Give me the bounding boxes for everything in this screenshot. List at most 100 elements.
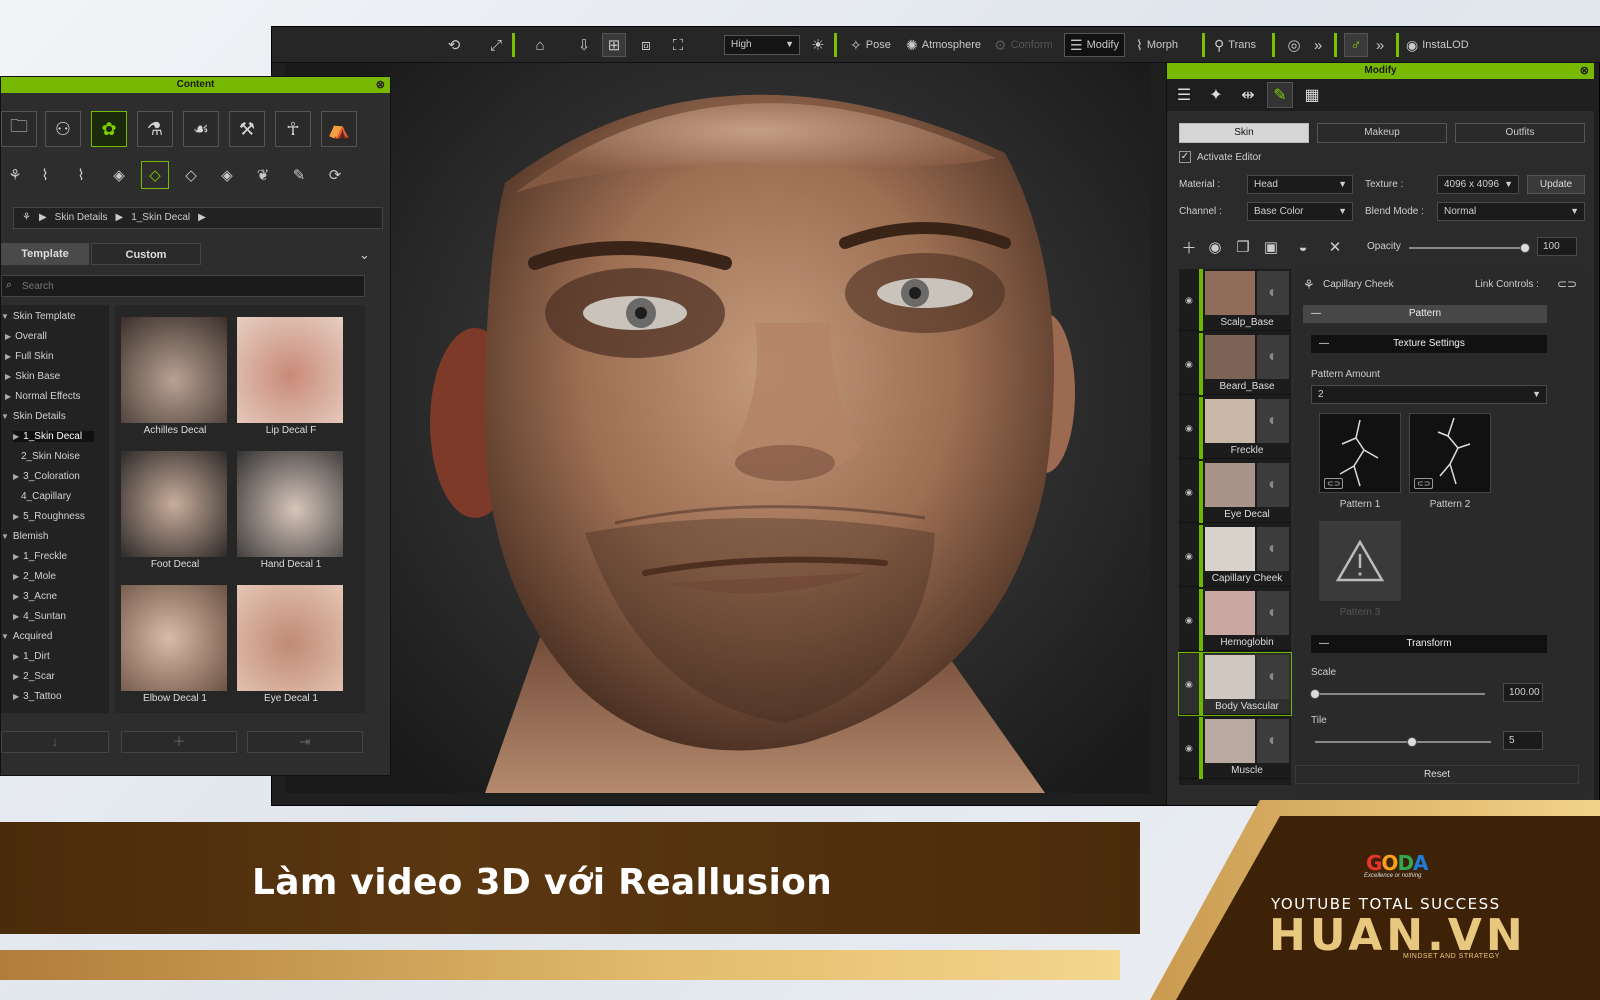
tab-makeup[interactable]: Makeup — [1317, 123, 1447, 143]
content-grid-item[interactable]: Elbow Decal 1 — [121, 585, 229, 704]
tree-item[interactable]: ▶ 1_Freckle — [13, 551, 67, 562]
sub-category-icon[interactable]: ⌇ — [67, 161, 95, 189]
layer-item[interactable]: ◉ ◐ Capillary Cheek — [1179, 525, 1291, 587]
scene-category-icon[interactable]: ⛺ — [321, 111, 357, 147]
texture-settings-header[interactable]: — Texture Settings — [1311, 335, 1547, 353]
pattern-1-thumbnail[interactable]: ⊂⊃ — [1319, 413, 1401, 493]
layer-item[interactable]: ◉ ◐ Hemoglobin — [1179, 589, 1291, 651]
update-button[interactable]: Update — [1527, 175, 1585, 194]
sub-category-icon[interactable]: ◈ — [105, 161, 133, 189]
tree-toggle-icon[interactable]: ▶ — [13, 592, 19, 601]
makeup-category-icon[interactable]: ⚗ — [137, 111, 173, 147]
reset-button[interactable]: Reset — [1295, 765, 1579, 784]
tree-item[interactable]: ▶ 1_Dirt — [13, 651, 50, 662]
content-grid-item[interactable]: Lip Decal F — [237, 317, 345, 436]
tree-item[interactable]: 4_Capillary — [21, 491, 71, 502]
apply-icon[interactable]: ⇥ — [247, 731, 363, 753]
clothes-category-icon[interactable]: ⚒ — [229, 111, 265, 147]
content-grid-item[interactable]: Eye Decal 1 — [237, 585, 345, 704]
tree-item[interactable]: ▶ Overall — [5, 331, 47, 342]
sub-category-icon[interactable]: ⌇ — [31, 161, 59, 189]
tree-toggle-icon[interactable]: ▶ — [13, 612, 19, 621]
import-icon[interactable]: ⇩ — [572, 33, 596, 57]
tab-template[interactable]: Template — [1, 243, 89, 265]
pattern-2-thumbnail[interactable]: ⊂⊃ — [1409, 413, 1491, 493]
expand-more-icon[interactable]: » — [1306, 33, 1330, 57]
sub-category-icon[interactable]: ✎ — [285, 161, 313, 189]
tree-item[interactable]: ▼ Blemish — [1, 531, 49, 542]
skin-decal-icon[interactable]: ◇ — [141, 161, 169, 189]
scale-slider-handle[interactable] — [1310, 689, 1320, 699]
download-icon[interactable]: ↓ — [1, 731, 109, 753]
content-grid-item[interactable]: Achilles Decal — [121, 317, 229, 436]
tile-input[interactable]: 5 — [1503, 731, 1543, 750]
layer-item[interactable]: ◉ ◐ Eye Decal — [1179, 461, 1291, 523]
tree-toggle-icon[interactable]: ▶ — [13, 512, 19, 521]
tree-item[interactable]: ▼ Skin Details — [1, 411, 66, 422]
tile-slider[interactable] — [1315, 737, 1491, 747]
sliders-icon[interactable]: ☰ — [1171, 82, 1197, 108]
tree-item[interactable]: ▼ Skin Template — [1, 311, 76, 322]
tree-item[interactable]: ▶ 4_Suntan — [13, 611, 66, 622]
tree-toggle-icon[interactable]: ▼ — [1, 412, 9, 421]
skin-category-icon[interactable]: ✿ — [91, 111, 127, 147]
tree-toggle-icon[interactable]: ▶ — [13, 692, 19, 701]
breadcrumb-item[interactable]: 1_Skin Decal — [131, 212, 190, 224]
camera-frame-icon[interactable]: ⛶ — [666, 33, 690, 57]
tree-toggle-icon[interactable]: ▶ — [5, 332, 11, 341]
home-icon[interactable]: ⌂ — [528, 33, 552, 57]
material-select[interactable]: Head ▼ — [1247, 175, 1353, 194]
tree-item[interactable]: ▶ Full Skin — [5, 351, 54, 362]
atmosphere-button[interactable]: ✺ Atmosphere — [906, 33, 981, 57]
tree-item[interactable]: ▶ 2_Mole — [13, 571, 56, 582]
copy-icon[interactable]: ❐ — [1231, 235, 1255, 259]
tree-item[interactable]: ▶ Skin Base — [5, 371, 60, 382]
opacity-slider[interactable] — [1409, 243, 1530, 253]
eye-icon[interactable]: ◉ — [1185, 615, 1193, 626]
tree-toggle-icon[interactable]: ▶ — [13, 572, 19, 581]
scale-input[interactable]: 100.00 — [1503, 683, 1543, 702]
eye-icon[interactable]: ◉ — [1185, 551, 1193, 562]
sub-category-icon[interactable]: ⚘ — [1, 161, 29, 189]
sub-category-icon[interactable]: ⟳ — [321, 161, 349, 189]
layer-item[interactable]: ◉ ◐ Freckle — [1179, 397, 1291, 459]
blend-mode-select[interactable]: Normal ▼ — [1437, 202, 1585, 221]
3d-viewport[interactable] — [285, 63, 1151, 793]
layer-item[interactable]: ◉ ◐ Body Vascular — [1178, 652, 1292, 716]
motion-icon[interactable]: ✦ — [1203, 82, 1229, 108]
layer-item[interactable]: ◉ ◐ Scalp_Base — [1179, 269, 1291, 331]
undo-icon[interactable]: ⟲ — [442, 33, 466, 57]
expand-more-icon[interactable]: » — [1368, 33, 1392, 57]
hair-category-icon[interactable]: ☙ — [183, 111, 219, 147]
character-category-icon[interactable]: ⚇ — [45, 111, 81, 147]
tab-skin[interactable]: Skin — [1179, 123, 1309, 143]
conform-button[interactable]: ⚙ Conform — [994, 33, 1053, 57]
eye-icon[interactable]: ◉ — [1185, 487, 1193, 498]
pattern-3-thumbnail[interactable] — [1319, 521, 1401, 601]
add-layer-icon[interactable]: ＋ — [1177, 235, 1201, 259]
close-icon[interactable]: ⊗ — [376, 77, 385, 93]
tree-toggle-icon[interactable]: ▼ — [1, 312, 9, 321]
pose-button[interactable]: ✧ Pose — [850, 33, 891, 57]
tree-toggle-icon[interactable]: ▶ — [5, 352, 11, 361]
transform-section-header[interactable]: — Transform — [1311, 635, 1547, 653]
eye-icon[interactable]: ◉ — [1185, 679, 1193, 690]
tree-toggle-icon[interactable]: ▶ — [13, 652, 19, 661]
quality-select[interactable]: High ▼ — [724, 35, 800, 55]
delete-icon[interactable]: ✕ — [1323, 235, 1347, 259]
light-icon[interactable]: ☀ — [806, 33, 830, 57]
opacity-input[interactable]: 100 — [1537, 237, 1577, 256]
tile-slider-handle[interactable] — [1406, 737, 1417, 747]
tab-outfits[interactable]: Outfits — [1455, 123, 1585, 143]
checker-icon[interactable]: ▦ — [1299, 82, 1325, 108]
tab-custom[interactable]: Custom — [91, 243, 201, 265]
tree-item[interactable]: ▶ 3_Coloration — [13, 471, 80, 482]
accessory-category-icon[interactable]: ☥ — [275, 111, 311, 147]
sub-category-icon[interactable]: ◇ — [177, 161, 205, 189]
morph-icon[interactable]: ⇹ — [1235, 82, 1261, 108]
folder-icon[interactable]: 🗀 — [1, 111, 37, 147]
tree-toggle-icon[interactable]: ▼ — [1, 532, 9, 541]
tree-item[interactable]: ▶ 1_Skin Decal — [13, 431, 95, 442]
sub-category-icon[interactable]: ❦ — [249, 161, 277, 189]
morph-button[interactable]: ⌇ Morph — [1136, 33, 1178, 57]
